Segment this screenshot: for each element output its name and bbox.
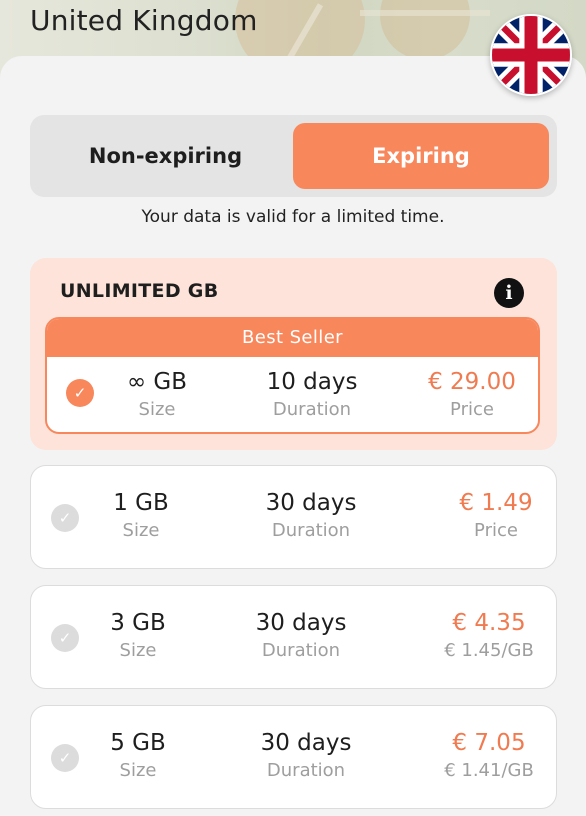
- plan-size: 3 GB: [110, 610, 166, 636]
- plan-size-label: Size: [122, 520, 160, 541]
- plan-price-sub: € 1.45/GB: [444, 640, 534, 661]
- plan-price: € 7.05: [452, 730, 526, 756]
- plan-size-label: Size: [138, 399, 176, 420]
- plan-duration-label: Duration: [266, 760, 346, 781]
- plan-duration-label: Duration: [261, 640, 341, 661]
- uk-flag-icon: [490, 14, 572, 96]
- plan-card[interactable]: ✓ 5 GB Size 30 days Duration € 7.05 € 1.…: [30, 705, 557, 809]
- plan-price: € 1.49: [459, 490, 533, 516]
- unselected-check-icon: ✓: [51, 504, 79, 532]
- plan-duration: 10 days: [266, 369, 358, 395]
- plan-size-label: Size: [119, 760, 157, 781]
- featured-plan-card[interactable]: Best Seller ✓ ∞ GB Size 10 days Duration…: [45, 317, 540, 434]
- plan-size: ∞ GB: [126, 369, 188, 395]
- plan-size: 1 GB: [113, 490, 169, 516]
- plan-price-sub: € 1.41/GB: [444, 760, 534, 781]
- best-seller-badge: Best Seller: [47, 319, 538, 357]
- featured-plan-title: UNLIMITED GB: [60, 280, 219, 302]
- validity-hint: Your data is valid for a limited time.: [141, 207, 445, 227]
- plan-price-label: Price: [450, 399, 494, 420]
- plan-size: 5 GB: [110, 730, 166, 756]
- unselected-check-icon: ✓: [51, 744, 79, 772]
- plan-card[interactable]: ✓ 3 GB Size 30 days Duration € 4.35 € 1.…: [30, 585, 557, 689]
- plan-duration-label: Duration: [271, 520, 351, 541]
- plan-duration: 30 days: [255, 610, 347, 636]
- expiry-toggle: Non-expiring Expiring: [30, 115, 557, 197]
- featured-plan-section: UNLIMITED GB i Best Seller ✓ ∞ GB Size 1…: [30, 258, 557, 450]
- tab-non-expiring[interactable]: Non-expiring: [38, 123, 293, 189]
- plan-card[interactable]: ✓ 1 GB Size 30 days Duration € 1.49 Pric…: [30, 465, 557, 569]
- tab-expiring[interactable]: Expiring: [293, 123, 549, 189]
- unselected-check-icon: ✓: [51, 624, 79, 652]
- plan-duration-label: Duration: [272, 399, 352, 420]
- plan-duration: 30 days: [260, 730, 352, 756]
- selected-check-icon: ✓: [66, 379, 94, 407]
- plan-price: € 29.00: [428, 369, 516, 395]
- plan-price: € 4.35: [452, 610, 526, 636]
- plan-duration: 30 days: [265, 490, 357, 516]
- info-icon[interactable]: i: [494, 278, 524, 308]
- country-title: United Kingdom: [30, 4, 258, 37]
- plan-size-label: Size: [119, 640, 157, 661]
- plan-price-sub: Price: [474, 520, 518, 541]
